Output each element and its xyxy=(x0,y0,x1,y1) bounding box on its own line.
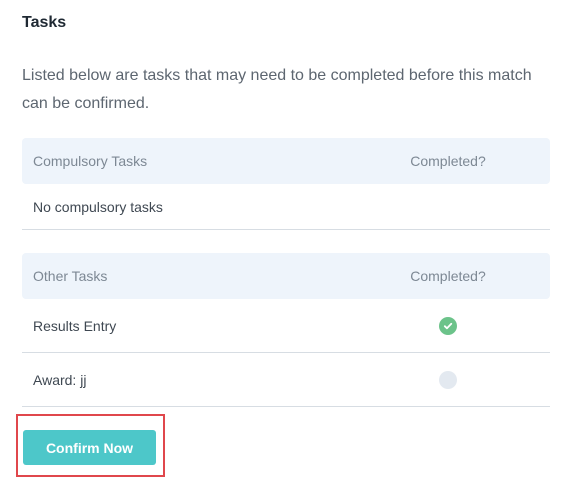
intro-text: Listed below are tasks that may need to … xyxy=(22,67,532,112)
completed-column-header: Completed? xyxy=(410,153,486,169)
task-label: Award: jj xyxy=(33,371,87,388)
other-tasks-header: Other Tasks Completed? xyxy=(22,253,550,299)
empty-message: No compulsory tasks xyxy=(33,198,163,215)
task-label: Results Entry xyxy=(33,317,117,334)
empty-row: No compulsory tasks xyxy=(22,184,550,230)
tasks-panel: Tasks Listed below are tasks that may ne… xyxy=(0,0,572,495)
compulsory-tasks-column-header: Compulsory Tasks xyxy=(33,153,148,169)
compulsory-tasks-table: Compulsory Tasks Completed? No compulsor… xyxy=(22,138,550,230)
other-tasks-table: Other Tasks Completed? Results Entry Awa… xyxy=(22,253,550,407)
check-circle-icon xyxy=(439,316,457,335)
empty-circle-icon xyxy=(439,370,457,389)
other-tasks-column-header: Other Tasks xyxy=(33,268,108,284)
table-row: Award: jj xyxy=(22,353,550,407)
page-title: Tasks xyxy=(22,14,67,31)
completed-column-header: Completed? xyxy=(410,268,486,284)
table-row: Results Entry xyxy=(22,299,550,353)
confirm-now-button[interactable]: Confirm Now xyxy=(23,430,156,465)
highlight-box: Confirm Now xyxy=(16,414,165,477)
compulsory-tasks-header: Compulsory Tasks Completed? xyxy=(22,138,550,184)
